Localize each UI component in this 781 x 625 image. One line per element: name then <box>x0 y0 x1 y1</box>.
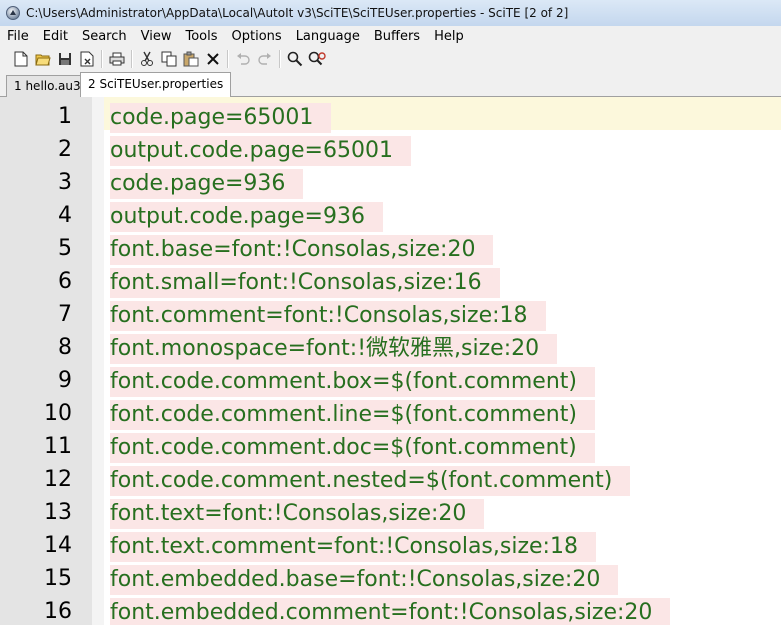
code-line[interactable]: 3 code.page=936 <box>0 166 781 199</box>
tab-label: 1 hello.au3 <box>14 79 81 93</box>
toolbar <box>0 47 781 71</box>
code-text[interactable]: font.monospace=font:!微软雅黑,size:20 <box>110 334 558 364</box>
code-line[interactable]: 16 font.embedded.comment=font:!Consolas,s… <box>0 595 781 625</box>
line-number: 3 <box>58 170 72 195</box>
toolbar-separator <box>279 50 281 68</box>
code-line[interactable]: 6 font.small=font:!Consolas,size:16 <box>0 265 781 298</box>
save-icon[interactable] <box>54 48 76 70</box>
line-number: 9 <box>58 368 72 393</box>
code-line[interactable]: 14 font.text.comment=font:!Consolas,size:… <box>0 529 781 562</box>
code-text[interactable]: font.base=font:!Consolas,size:20 <box>110 235 494 265</box>
menu-search[interactable]: Search <box>75 26 134 47</box>
line-number: 10 <box>44 401 72 426</box>
code-text[interactable]: output.code.page=65001 <box>110 136 411 166</box>
new-file-icon[interactable] <box>10 48 32 70</box>
tab-hello-au3[interactable]: 1 hello.au3 <box>6 75 89 97</box>
line-number: 2 <box>58 137 72 162</box>
menu-language[interactable]: Language <box>289 26 367 47</box>
menu-tools[interactable]: Tools <box>178 26 224 47</box>
menu-help[interactable]: Help <box>427 26 471 47</box>
title-bar: C:\Users\Administrator\AppData\Local\Aut… <box>0 0 781 26</box>
line-number: 6 <box>58 269 72 294</box>
toolbar-separator <box>131 50 133 68</box>
code-line[interactable]: 10 font.code.comment.line=$(font.comment) <box>0 397 781 430</box>
toolbar-separator <box>227 50 229 68</box>
print-icon[interactable] <box>106 48 128 70</box>
cut-icon[interactable] <box>136 48 158 70</box>
toolbar-separator <box>101 50 103 68</box>
line-number: 12 <box>44 467 72 492</box>
code-text[interactable]: font.small=font:!Consolas,size:16 <box>110 268 500 298</box>
code-line[interactable]: 7 font.comment=font:!Consolas,size:18 <box>0 298 781 331</box>
code-text[interactable]: font.text.comment=font:!Consolas,size:18 <box>110 532 596 562</box>
line-number: 14 <box>44 533 72 558</box>
code-line[interactable]: 4 output.code.page=936 <box>0 199 781 232</box>
code-text[interactable]: font.embedded.base=font:!Consolas,size:2… <box>110 565 619 595</box>
line-number: 5 <box>58 236 72 261</box>
undo-icon[interactable] <box>232 48 254 70</box>
paste-icon[interactable] <box>180 48 202 70</box>
code-line[interactable]: 8 font.monospace=font:!微软雅黑,size:20 <box>0 331 781 364</box>
window-title: C:\Users\Administrator\AppData\Local\Aut… <box>26 6 569 20</box>
copy-icon[interactable] <box>158 48 180 70</box>
line-number: 7 <box>58 302 72 327</box>
replace-icon[interactable] <box>306 48 328 70</box>
menu-edit[interactable]: Edit <box>36 26 75 47</box>
code-line[interactable]: 1 code.page=65001 <box>0 100 781 133</box>
menu-view[interactable]: View <box>134 26 179 47</box>
close-file-icon[interactable] <box>76 48 98 70</box>
code-text[interactable]: code.page=936 <box>110 169 304 199</box>
tab-scite-user-properties[interactable]: 2 SciTEUser.properties <box>80 72 232 97</box>
code-line[interactable]: 12 font.code.comment.nested=$(font.commen… <box>0 463 781 496</box>
find-icon[interactable] <box>284 48 306 70</box>
code-text[interactable]: font.code.comment.doc=$(font.comment) <box>110 433 595 463</box>
code-text[interactable]: font.code.comment.box=$(font.comment) <box>110 367 595 397</box>
code-line[interactable]: 13 font.text=font:!Consolas,size:20 <box>0 496 781 529</box>
code-line[interactable]: 5 font.base=font:!Consolas,size:20 <box>0 232 781 265</box>
tab-label: 2 SciTEUser.properties <box>88 77 224 91</box>
menu-options[interactable]: Options <box>225 26 289 47</box>
line-number: 11 <box>44 434 72 459</box>
line-number: 13 <box>44 500 72 525</box>
redo-icon[interactable] <box>254 48 276 70</box>
code-line[interactable]: 15 font.embedded.base=font:!Consolas,size… <box>0 562 781 595</box>
delete-icon[interactable] <box>202 48 224 70</box>
open-folder-icon[interactable] <box>32 48 54 70</box>
menu-bar: File Edit Search View Tools Options Lang… <box>0 26 781 47</box>
line-number: 4 <box>58 203 72 228</box>
line-number: 8 <box>58 335 72 360</box>
code-text[interactable]: font.code.comment.nested=$(font.comment) <box>110 466 631 496</box>
editor-pane[interactable]: 1 code.page=65001 2 output.code.page=65001 3… <box>0 97 781 625</box>
tab-bar: 1 hello.au3 2 SciTEUser.properties <box>0 71 781 97</box>
code-line[interactable]: 11 font.code.comment.doc=$(font.comment) <box>0 430 781 463</box>
code-line[interactable]: 2 output.code.page=65001 <box>0 133 781 166</box>
menu-file[interactable]: File <box>0 26 36 47</box>
line-number: 1 <box>58 104 72 129</box>
code-text[interactable]: font.code.comment.line=$(font.comment) <box>110 400 595 430</box>
code-text[interactable]: output.code.page=936 <box>110 202 383 232</box>
code-text[interactable]: font.embedded.comment=font:!Consolas,siz… <box>110 598 671 625</box>
line-number: 16 <box>44 599 72 624</box>
code-text[interactable]: code.page=65001 <box>110 103 332 133</box>
line-number: 15 <box>44 566 72 591</box>
scite-app-icon[interactable] <box>6 6 20 20</box>
menu-buffers[interactable]: Buffers <box>367 26 427 47</box>
code-text[interactable]: font.comment=font:!Consolas,size:18 <box>110 301 546 331</box>
code-text[interactable]: font.text=font:!Consolas,size:20 <box>110 499 485 529</box>
code-line[interactable]: 9 font.code.comment.box=$(font.comment) <box>0 364 781 397</box>
